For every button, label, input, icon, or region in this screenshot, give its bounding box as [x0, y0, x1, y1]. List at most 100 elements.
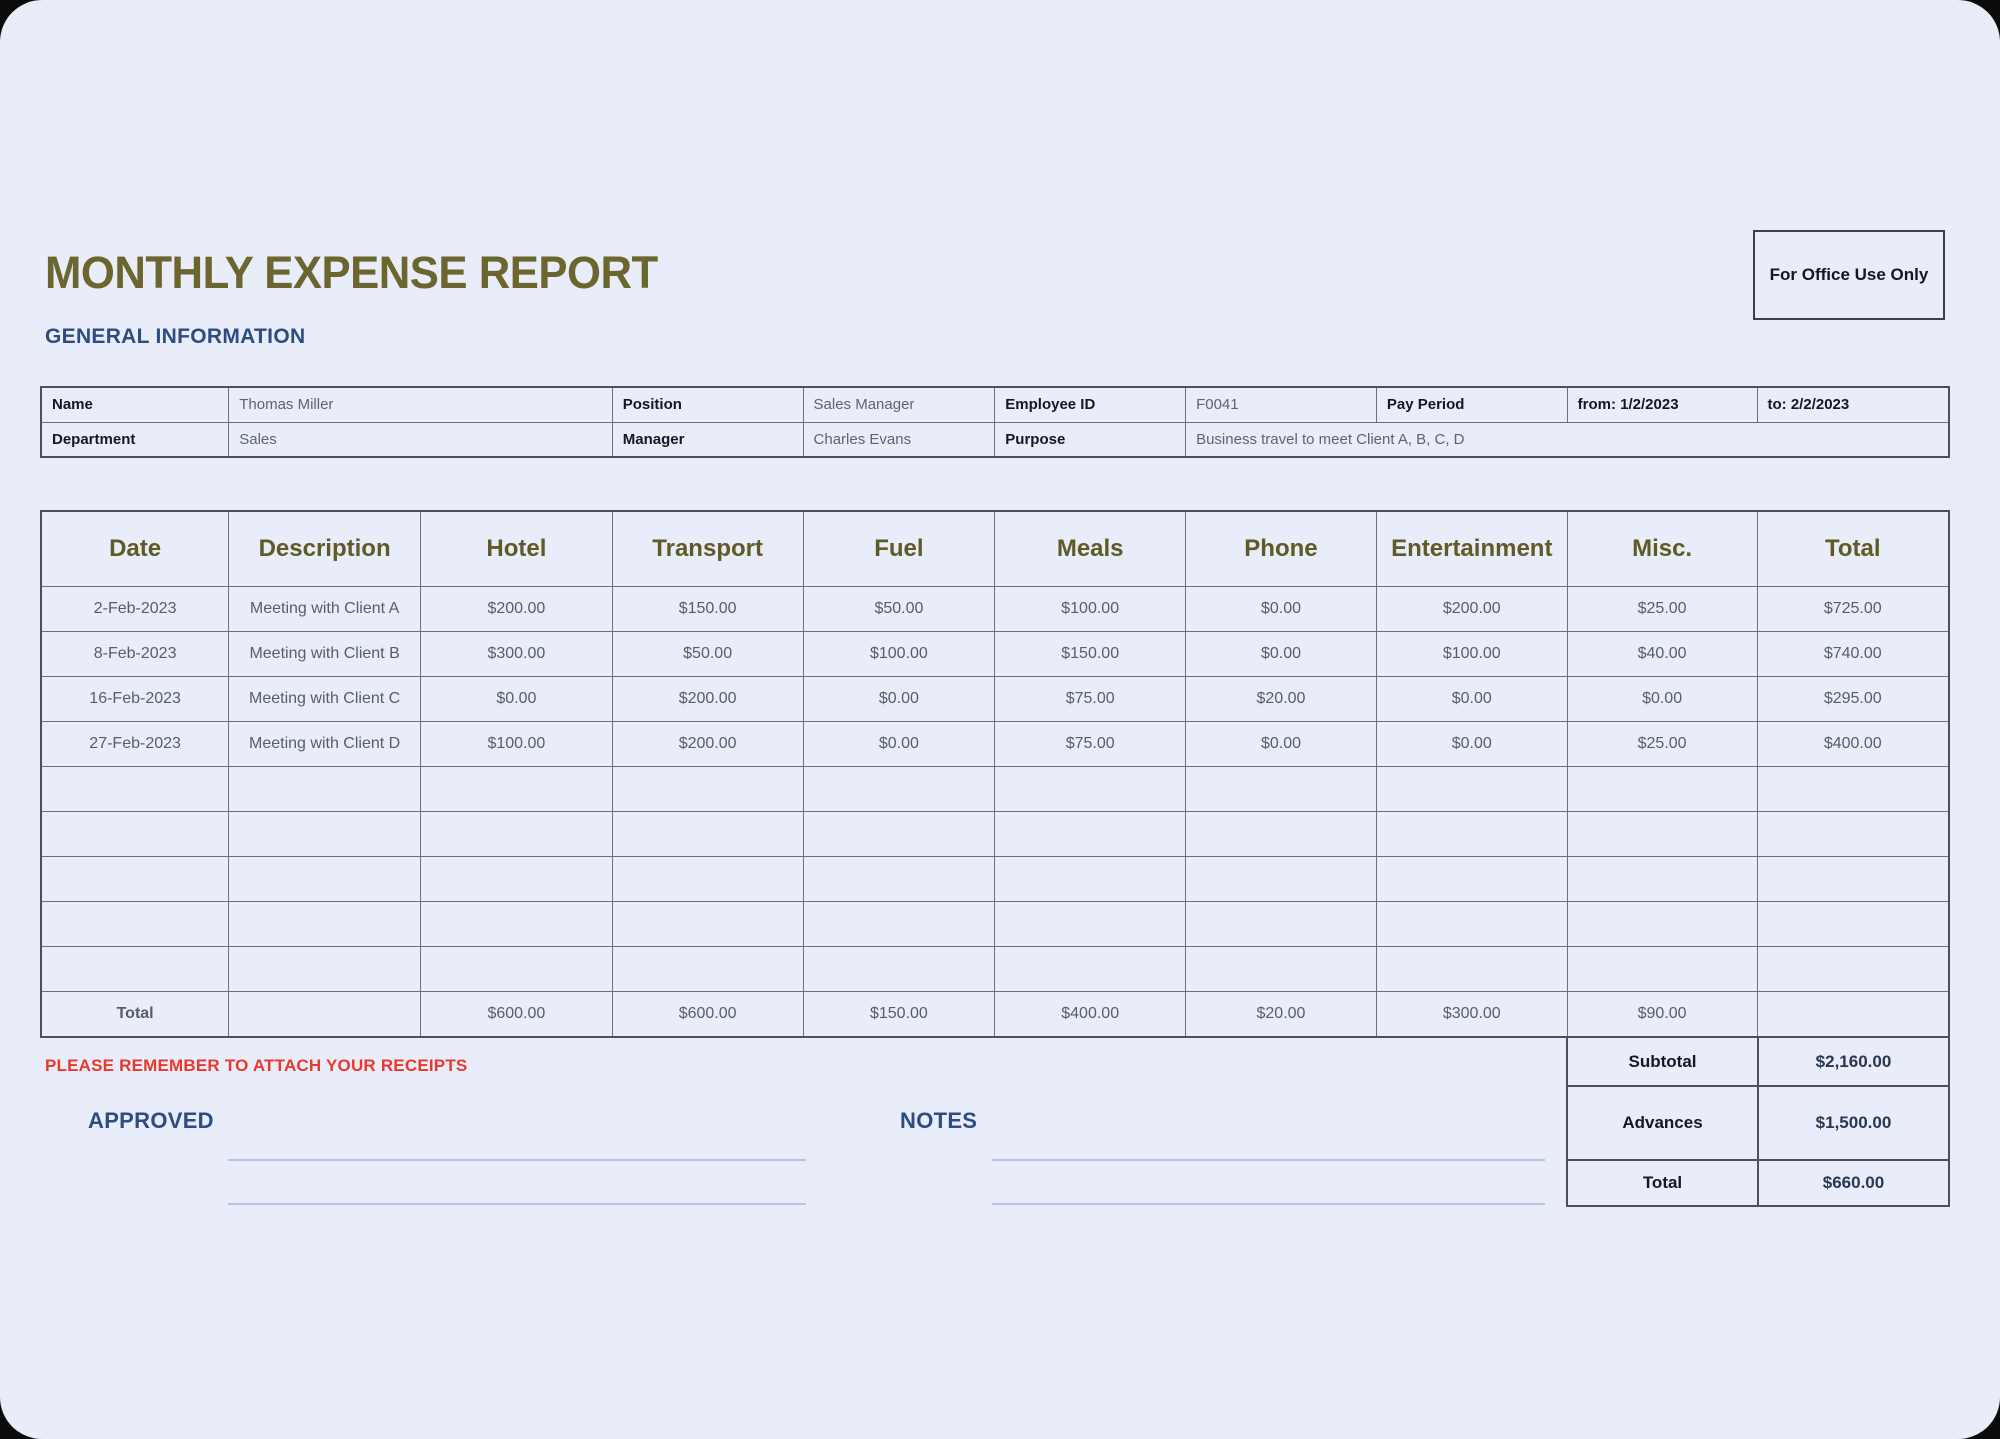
empty-cell[interactable]	[1376, 946, 1567, 991]
empty-cell[interactable]	[995, 946, 1186, 991]
empty-cell[interactable]	[1186, 766, 1377, 811]
empty-cell[interactable]	[41, 946, 229, 991]
amount-cell[interactable]: $200.00	[612, 721, 803, 766]
amount-cell[interactable]: $150.00	[612, 586, 803, 631]
empty-cell[interactable]	[1567, 811, 1757, 856]
empty-cell[interactable]	[1757, 856, 1949, 901]
amount-cell[interactable]: $0.00	[803, 721, 995, 766]
empty-cell[interactable]	[1567, 766, 1757, 811]
amount-cell[interactable]: $0.00	[803, 676, 995, 721]
empty-cell[interactable]	[612, 856, 803, 901]
amount-cell[interactable]: $75.00	[995, 721, 1186, 766]
empty-cell[interactable]	[1186, 946, 1377, 991]
amount-cell[interactable]: $200.00	[420, 586, 612, 631]
date-cell[interactable]: 8-Feb-2023	[41, 631, 229, 676]
empty-cell[interactable]	[803, 766, 995, 811]
empty-cell[interactable]	[1376, 856, 1567, 901]
amount-cell[interactable]: $0.00	[1376, 676, 1567, 721]
name-field[interactable]: Thomas Miller	[229, 387, 613, 422]
empty-cell[interactable]	[1567, 946, 1757, 991]
empty-cell[interactable]	[1376, 811, 1567, 856]
date-cell[interactable]: 27-Feb-2023	[41, 721, 229, 766]
description-cell[interactable]: Meeting with Client A	[229, 586, 421, 631]
amount-cell[interactable]: $300.00	[420, 631, 612, 676]
signature-line[interactable]	[228, 1159, 806, 1161]
empty-cell[interactable]	[229, 811, 421, 856]
row-total-cell[interactable]: $295.00	[1757, 676, 1949, 721]
amount-cell[interactable]: $0.00	[1376, 721, 1567, 766]
amount-cell[interactable]: $100.00	[1376, 631, 1567, 676]
empty-cell[interactable]	[229, 946, 421, 991]
department-field[interactable]: Sales	[229, 422, 613, 457]
empty-cell[interactable]	[1186, 856, 1377, 901]
amount-cell[interactable]: $50.00	[612, 631, 803, 676]
description-cell[interactable]: Meeting with Client B	[229, 631, 421, 676]
empty-cell[interactable]	[420, 856, 612, 901]
empty-cell[interactable]	[803, 946, 995, 991]
empty-cell[interactable]	[1186, 901, 1377, 946]
empty-cell[interactable]	[420, 766, 612, 811]
row-total-cell[interactable]: $740.00	[1757, 631, 1949, 676]
amount-cell[interactable]: $75.00	[995, 676, 1186, 721]
description-cell[interactable]: Meeting with Client C	[229, 676, 421, 721]
amount-cell[interactable]: $200.00	[1376, 586, 1567, 631]
empty-cell[interactable]	[41, 901, 229, 946]
empty-cell[interactable]	[1757, 811, 1949, 856]
empty-cell[interactable]	[420, 946, 612, 991]
empty-cell[interactable]	[612, 811, 803, 856]
empty-cell[interactable]	[229, 856, 421, 901]
empty-cell[interactable]	[612, 946, 803, 991]
empty-cell[interactable]	[420, 901, 612, 946]
empty-cell[interactable]	[803, 856, 995, 901]
empty-cell[interactable]	[229, 766, 421, 811]
amount-cell[interactable]: $0.00	[420, 676, 612, 721]
purpose-field[interactable]: Business travel to meet Client A, B, C, …	[1186, 422, 1949, 457]
manager-field[interactable]: Charles Evans	[803, 422, 995, 457]
empty-cell[interactable]	[1376, 901, 1567, 946]
empty-cell[interactable]	[229, 901, 421, 946]
empty-cell[interactable]	[803, 811, 995, 856]
empty-cell[interactable]	[41, 766, 229, 811]
notes-line[interactable]	[992, 1203, 1545, 1205]
amount-cell[interactable]: $100.00	[803, 631, 995, 676]
date-cell[interactable]: 2-Feb-2023	[41, 586, 229, 631]
amount-cell[interactable]: $100.00	[420, 721, 612, 766]
amount-cell[interactable]: $25.00	[1567, 586, 1757, 631]
signature-line[interactable]	[228, 1203, 806, 1205]
amount-cell[interactable]: $100.00	[995, 586, 1186, 631]
amount-cell[interactable]: $0.00	[1567, 676, 1757, 721]
empty-cell[interactable]	[1757, 946, 1949, 991]
empty-cell[interactable]	[1757, 901, 1949, 946]
pay-period-to-field[interactable]: to: 2/2/2023	[1757, 387, 1949, 422]
amount-cell[interactable]: $200.00	[612, 676, 803, 721]
empty-cell[interactable]	[1567, 856, 1757, 901]
empty-cell[interactable]	[612, 901, 803, 946]
amount-cell[interactable]: $0.00	[1186, 631, 1377, 676]
empty-cell[interactable]	[995, 811, 1186, 856]
amount-cell[interactable]: $20.00	[1186, 676, 1377, 721]
amount-cell[interactable]: $25.00	[1567, 721, 1757, 766]
empty-cell[interactable]	[995, 766, 1186, 811]
row-total-cell[interactable]: $400.00	[1757, 721, 1949, 766]
empty-cell[interactable]	[41, 811, 229, 856]
description-cell[interactable]: Meeting with Client D	[229, 721, 421, 766]
amount-cell[interactable]: $150.00	[995, 631, 1186, 676]
empty-cell[interactable]	[995, 901, 1186, 946]
empty-cell[interactable]	[1567, 901, 1757, 946]
empty-cell[interactable]	[995, 856, 1186, 901]
employee-id-field[interactable]: F0041	[1186, 387, 1377, 422]
position-field[interactable]: Sales Manager	[803, 387, 995, 422]
empty-cell[interactable]	[1376, 766, 1567, 811]
date-cell[interactable]: 16-Feb-2023	[41, 676, 229, 721]
empty-cell[interactable]	[1757, 766, 1949, 811]
amount-cell[interactable]: $0.00	[1186, 721, 1377, 766]
notes-line[interactable]	[992, 1159, 1545, 1161]
pay-period-from-field[interactable]: from: 1/2/2023	[1567, 387, 1757, 422]
empty-cell[interactable]	[41, 856, 229, 901]
amount-cell[interactable]: $40.00	[1567, 631, 1757, 676]
advances-value[interactable]: $1,500.00	[1758, 1086, 1949, 1160]
empty-cell[interactable]	[420, 811, 612, 856]
empty-cell[interactable]	[803, 901, 995, 946]
amount-cell[interactable]: $50.00	[803, 586, 995, 631]
empty-cell[interactable]	[612, 766, 803, 811]
